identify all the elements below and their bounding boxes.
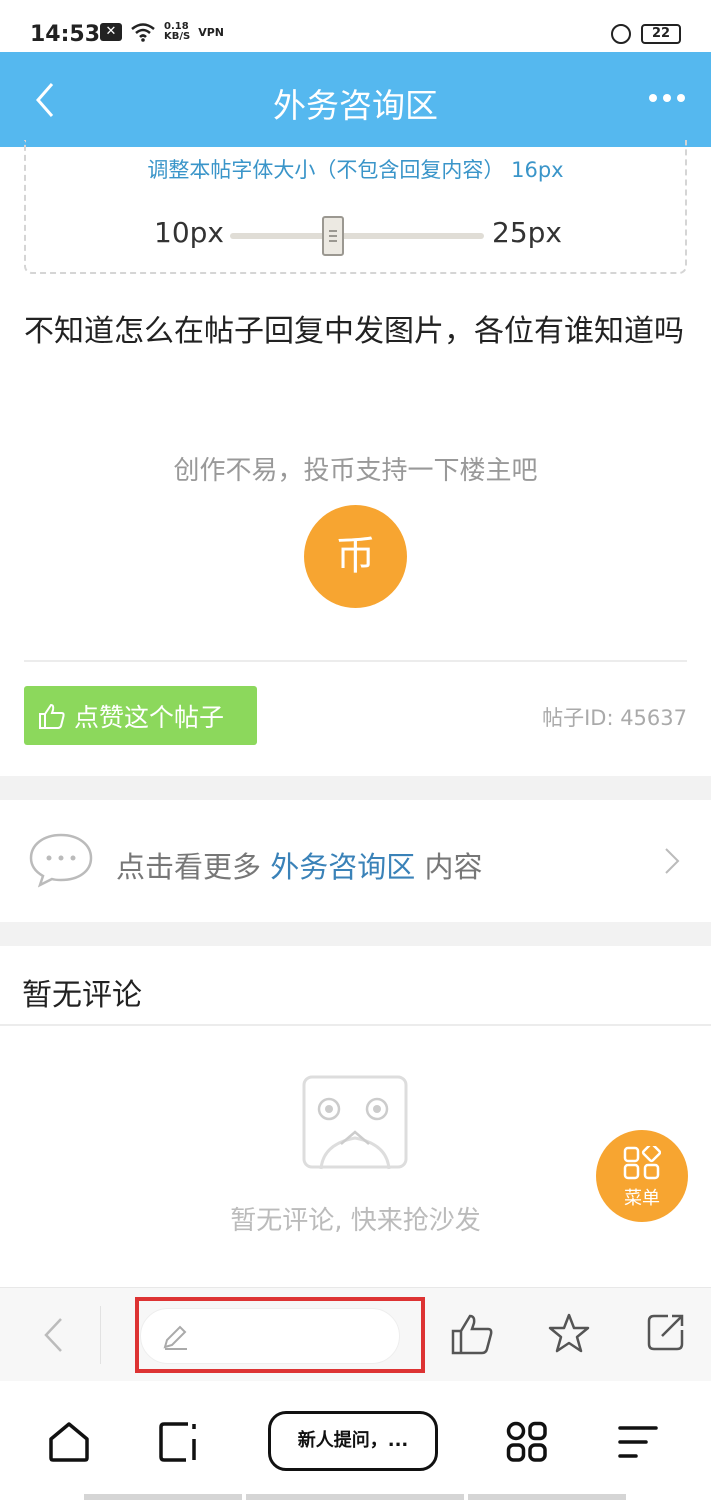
- font-size-slider-thumb[interactable]: [322, 216, 344, 256]
- bottom-navigation: 新人提问，...: [0, 1381, 711, 1500]
- comments-heading: 暂无评论: [22, 978, 142, 1013]
- app-header: 外务咨询区: [0, 52, 711, 147]
- comments-header: 暂无评论: [0, 946, 711, 1026]
- tabs-icon[interactable]: [158, 1421, 200, 1463]
- battery-icon: 22: [641, 24, 681, 44]
- divider: [24, 660, 687, 662]
- thumbs-up-icon: [39, 703, 65, 729]
- rotation-lock-icon: [611, 24, 631, 44]
- status-time: 14:53: [30, 22, 101, 47]
- tab-indicator: [246, 1494, 464, 1500]
- chat-bubble-icon: [29, 833, 93, 888]
- share-icon[interactable]: [646, 1312, 686, 1352]
- more-content-link[interactable]: 点击看更多 外务咨询区 内容: [0, 800, 711, 922]
- divider: [100, 1306, 101, 1364]
- font-size-slider-track[interactable]: [230, 233, 484, 239]
- section-gap: [0, 922, 711, 946]
- comment-toolbar: [0, 1287, 711, 1381]
- network-speed-unit: KB/S: [164, 31, 191, 42]
- star-icon[interactable]: [548, 1312, 590, 1354]
- coin-button[interactable]: 币: [304, 505, 407, 608]
- notification-icon: ✕: [100, 23, 122, 41]
- more-forum-name: 外务咨询区: [270, 850, 416, 884]
- wifi-icon: [131, 23, 155, 42]
- tab-indicator: [468, 1494, 626, 1500]
- menu-fab-label: 菜单: [624, 1188, 660, 1209]
- coin-hint: 创作不易，投币支持一下楼主吧: [173, 456, 538, 486]
- network-speed: 0.18 KB/S: [164, 22, 190, 42]
- font-size-min-label: 10px: [154, 216, 224, 249]
- tab-indicator: [84, 1494, 242, 1500]
- more-content-text: 点击看更多 外务咨询区 内容: [116, 844, 482, 886]
- apps-icon[interactable]: [506, 1421, 548, 1463]
- vpn-icon: VPN: [198, 25, 225, 39]
- like-post-label: 点赞这个帖子: [74, 702, 225, 732]
- more-suffix: 内容: [415, 850, 483, 884]
- home-icon[interactable]: [48, 1421, 90, 1463]
- font-size-adjuster: 调整本帖字体大小（不包含回复内容） 16px 10px 25px: [24, 140, 687, 274]
- input-highlight-box: [135, 1297, 425, 1373]
- thumbs-up-icon[interactable]: [450, 1312, 494, 1356]
- chevron-right-icon: [665, 848, 680, 874]
- font-size-hint: 调整本帖字体大小（不包含回复内容） 16px: [147, 158, 564, 182]
- font-size-max-label: 25px: [492, 216, 562, 249]
- status-icons: ✕ 0.18 KB/S VPN: [100, 22, 224, 42]
- post-id: 帖子ID: 45637: [542, 706, 687, 730]
- search-bar[interactable]: 新人提问，...: [268, 1411, 438, 1471]
- section-gap: [0, 776, 711, 800]
- more-dots-icon[interactable]: [649, 94, 685, 102]
- menu-lines-icon[interactable]: [618, 1425, 658, 1459]
- status-bar: 14:53 ✕ 0.18 KB/S VPN 22: [0, 0, 711, 52]
- page-title: 外务咨询区: [273, 86, 438, 125]
- more-prefix: 点击看更多: [116, 850, 271, 884]
- empty-comments-icon: [302, 1075, 408, 1170]
- back-chevron-icon[interactable]: [42, 1316, 64, 1354]
- menu-fab-button[interactable]: 菜单: [596, 1130, 688, 1222]
- grid-menu-icon: [623, 1146, 661, 1180]
- post-content: 不知道怎么在帖子回复中发图片，各位有谁知道吗: [24, 314, 684, 349]
- like-post-button[interactable]: 点赞这个帖子: [24, 686, 257, 745]
